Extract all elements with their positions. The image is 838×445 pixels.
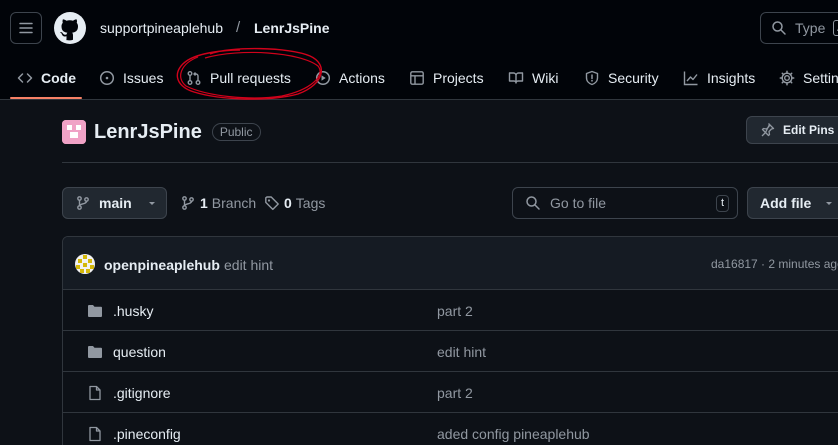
commit-author-link[interactable]: openpineaplehub bbox=[104, 257, 220, 273]
tab-settings[interactable]: Settings bbox=[779, 58, 838, 98]
repo-identicon-icon bbox=[62, 120, 86, 144]
commit-author-avatar[interactable] bbox=[75, 254, 95, 274]
repo-title-bar: LenrJsPine Public bbox=[62, 118, 261, 146]
commit-message-link[interactable]: edit hint bbox=[224, 257, 273, 273]
tab-pull-requests-label: Pull requests bbox=[210, 70, 291, 86]
add-file-label: Add file bbox=[760, 195, 812, 211]
breadcrumb-repo-link[interactable]: LenrJsPine bbox=[254, 20, 329, 36]
latest-commit-bar: openpineaplehub edit hint da16817 · 2 mi… bbox=[63, 237, 838, 290]
visibility-badge: Public bbox=[211, 123, 261, 141]
tag-icon bbox=[265, 196, 279, 211]
table-icon bbox=[410, 71, 424, 85]
tags-link[interactable]: 0 Tags bbox=[264, 195, 325, 211]
global-search-input[interactable]: Type / bbox=[760, 12, 838, 44]
file-browser: openpineaplehub edit hint da16817 · 2 mi… bbox=[62, 236, 838, 445]
caret-down-icon bbox=[826, 202, 833, 205]
repo-avatar bbox=[62, 120, 86, 144]
add-file-button[interactable]: Add file bbox=[747, 187, 838, 219]
repo-nav-tabs: Code Issues Pull requests Actions Projec… bbox=[0, 58, 838, 100]
tab-insights-label: Insights bbox=[707, 70, 756, 86]
tab-issues-label: Issues bbox=[123, 70, 164, 86]
menu-button[interactable] bbox=[10, 12, 42, 44]
folder-icon bbox=[88, 305, 102, 317]
breadcrumb-owner-link[interactable]: supportpineaplehub bbox=[100, 20, 223, 36]
github-logo-icon[interactable] bbox=[54, 12, 86, 44]
tag-count-label: Tags bbox=[295, 195, 326, 211]
tab-security[interactable]: Security bbox=[584, 58, 659, 98]
play-icon bbox=[315, 70, 331, 86]
caret-down-icon bbox=[148, 202, 155, 205]
edit-pins-label: Edit Pins bbox=[783, 123, 835, 137]
tab-pull-requests[interactable]: Pull requests bbox=[186, 58, 291, 98]
file-row[interactable]: .gitignore part 2 bbox=[63, 372, 838, 413]
go-to-file-input[interactable]: Go to file t bbox=[512, 187, 738, 219]
branch-count-label: Branch bbox=[211, 195, 257, 211]
file-icon bbox=[89, 426, 101, 442]
gear-icon bbox=[779, 70, 795, 86]
branches-link[interactable]: 1 Branch bbox=[180, 195, 256, 211]
tab-issues[interactable]: Issues bbox=[99, 58, 163, 98]
tab-actions[interactable]: Actions bbox=[315, 58, 385, 98]
branch-count: 1 bbox=[200, 195, 208, 211]
identicon-icon bbox=[75, 254, 95, 274]
book-icon bbox=[508, 72, 524, 84]
search-icon bbox=[526, 196, 540, 210]
file-commit-message[interactable]: part 2 bbox=[437, 303, 473, 319]
tab-wiki[interactable]: Wiki bbox=[508, 58, 558, 98]
tab-insights[interactable]: Insights bbox=[683, 58, 755, 98]
file-commit-message[interactable]: part 2 bbox=[437, 385, 473, 401]
active-tab-indicator bbox=[10, 97, 82, 99]
file-row[interactable]: .pineconfig aded config pineaplehub bbox=[63, 413, 838, 445]
hamburger-icon bbox=[19, 22, 33, 34]
file-commit-message[interactable]: edit hint bbox=[437, 344, 486, 360]
edit-pins-button[interactable]: Edit Pins bbox=[746, 116, 838, 144]
commit-hash-and-time[interactable]: da16817 · 2 minutes ago bbox=[711, 257, 838, 271]
code-icon bbox=[17, 73, 33, 83]
folder-icon bbox=[88, 346, 102, 358]
git-branch-icon bbox=[182, 196, 194, 210]
search-icon bbox=[772, 21, 786, 35]
graph-icon bbox=[683, 71, 698, 86]
file-row[interactable]: .husky part 2 bbox=[63, 290, 838, 331]
file-name-link[interactable]: question bbox=[113, 344, 166, 360]
search-placeholder: Type bbox=[795, 20, 826, 36]
go-to-file-shortcut-key: t bbox=[715, 195, 729, 212]
tab-projects[interactable]: Projects bbox=[409, 58, 484, 98]
go-to-file-placeholder: Go to file bbox=[550, 195, 607, 211]
branch-selector-button[interactable]: main bbox=[62, 187, 167, 219]
global-header: supportpineaplehub / LenrJsPine Type / C… bbox=[0, 0, 838, 100]
repo-title[interactable]: LenrJsPine bbox=[94, 121, 202, 144]
tab-projects-label: Projects bbox=[433, 70, 484, 86]
search-shortcut-key: / bbox=[833, 20, 838, 36]
file-name-link[interactable]: .gitignore bbox=[113, 385, 171, 401]
file-list: .husky part 2 question edit hint .gitign… bbox=[63, 290, 838, 445]
file-commit-message[interactable]: aded config pineaplehub bbox=[437, 426, 590, 442]
file-icon bbox=[89, 385, 101, 401]
git-pull-request-icon bbox=[187, 71, 201, 85]
git-branch-icon bbox=[77, 196, 89, 210]
pin-icon bbox=[761, 123, 775, 137]
tab-code[interactable]: Code bbox=[17, 58, 76, 98]
branch-name: main bbox=[99, 195, 132, 211]
tag-count: 0 bbox=[284, 195, 292, 211]
tab-actions-label: Actions bbox=[339, 70, 385, 86]
section-divider bbox=[62, 162, 838, 163]
file-row[interactable]: question edit hint bbox=[63, 331, 838, 372]
tab-security-label: Security bbox=[608, 70, 659, 86]
breadcrumb-separator: / bbox=[236, 19, 241, 36]
tab-wiki-label: Wiki bbox=[532, 70, 559, 86]
issue-opened-icon bbox=[99, 70, 115, 86]
file-name-link[interactable]: .pineconfig bbox=[113, 426, 181, 442]
shield-icon bbox=[585, 70, 599, 86]
file-name-link[interactable]: .husky bbox=[113, 303, 153, 319]
tab-settings-label: Settings bbox=[803, 70, 838, 86]
tab-code-label: Code bbox=[41, 70, 76, 86]
